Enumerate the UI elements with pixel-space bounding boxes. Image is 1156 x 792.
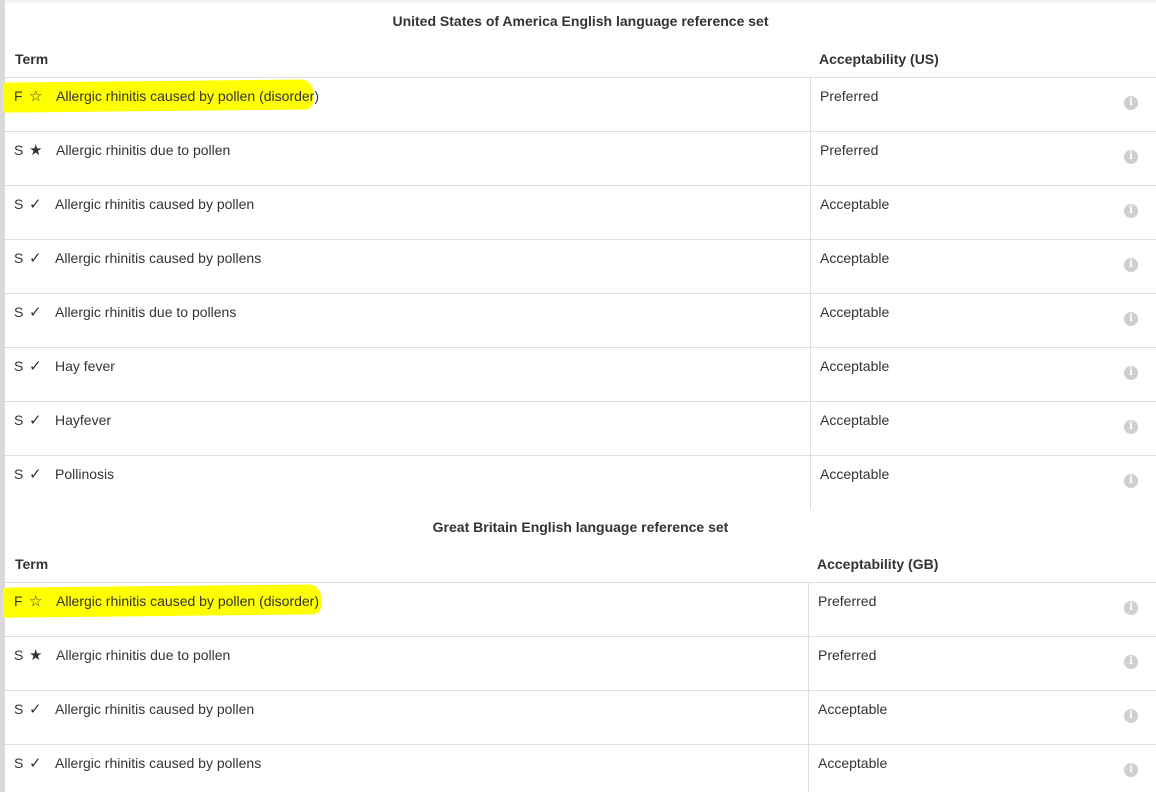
term-text[interactable]: Allergic rhinitis due to pollen [56, 647, 230, 663]
filled-star-icon: ★ [29, 142, 43, 159]
table-row[interactable]: S ★ Allergic rhinitis due to pollen Preferr… [5, 132, 1156, 186]
us-set-title: United States of America English languag… [392, 13, 769, 29]
column-divider [808, 583, 809, 636]
info-icon[interactable]: i [1124, 150, 1138, 164]
checkmark-icon: ✓ [29, 304, 42, 321]
term-text[interactable]: Pollinosis [55, 466, 114, 482]
term-text[interactable]: Allergic rhinitis caused by pollen [55, 196, 254, 212]
term-text[interactable]: Allergic rhinitis caused by pollen (diso… [56, 593, 319, 609]
term-text[interactable]: Allergic rhinitis due to pollen [56, 142, 230, 158]
gb-set-title: Great Britain English language reference… [432, 519, 729, 535]
acceptability-value: Acceptable [820, 250, 890, 266]
info-icon[interactable]: i [1124, 366, 1138, 380]
checkmark-icon: ✓ [29, 701, 42, 718]
checkmark-icon: ✓ [29, 196, 42, 213]
gb-term-column-header: Term [15, 556, 49, 572]
us-term-list: F ☆ Allergic rhinitis caused by pollen (di… [2, 78, 1156, 510]
checkmark-icon: ✓ [29, 250, 42, 267]
gb-column-header: Term Acceptability (GB) [5, 547, 1156, 583]
column-divider [810, 78, 811, 131]
column-divider [810, 240, 811, 293]
acceptability-value: Acceptable [820, 358, 890, 374]
acceptability-value: Preferred [820, 142, 879, 158]
column-divider [810, 294, 811, 347]
acceptability-value: Preferred [818, 647, 877, 663]
us-reference-set: United States of America English languag… [2, 0, 1156, 510]
info-icon[interactable]: i [1124, 258, 1138, 272]
description-type: S [14, 412, 24, 428]
info-icon[interactable]: i [1124, 601, 1138, 615]
info-icon[interactable]: i [1124, 763, 1138, 777]
info-icon[interactable]: i [1124, 655, 1138, 669]
table-row[interactable]: F ☆ Allergic rhinitis caused by pollen (di… [2, 583, 1156, 637]
column-divider [808, 745, 809, 792]
description-type: S [14, 647, 24, 663]
checkmark-icon: ✓ [29, 466, 42, 483]
table-row[interactable]: S ✓ Hay fever Acceptable i [5, 348, 1156, 402]
table-row[interactable]: S ✓ Allergic rhinitis caused by pollens Acc… [5, 745, 1156, 792]
info-icon[interactable]: i [1124, 204, 1138, 218]
description-type: S [14, 250, 24, 266]
info-icon[interactable]: i [1124, 709, 1138, 723]
description-type: S [14, 466, 24, 482]
acceptability-value: Acceptable [818, 755, 888, 771]
us-acceptability-column-header: Acceptability (US) [819, 51, 939, 67]
table-row[interactable]: S ✓ Hayfever Acceptable i [5, 402, 1156, 456]
checkmark-icon: ✓ [29, 755, 42, 772]
reference-sets-panel: United States of America English languag… [0, 0, 1156, 792]
acceptability-value: Acceptable [820, 196, 890, 212]
description-type: S [14, 701, 24, 717]
table-row[interactable]: S ✓ Allergic rhinitis caused by pollens Acc… [5, 240, 1156, 294]
acceptability-value: Preferred [820, 88, 879, 104]
column-divider [810, 186, 811, 239]
acceptability-value: Acceptable [820, 412, 890, 428]
term-text[interactable]: Hay fever [55, 358, 115, 374]
info-icon[interactable]: i [1124, 312, 1138, 326]
acceptability-value: Acceptable [820, 466, 890, 482]
term-text[interactable]: Allergic rhinitis due to pollens [55, 304, 236, 320]
term-text[interactable]: Allergic rhinitis caused by pollens [55, 250, 261, 266]
us-column-header: Term Acceptability (US) [5, 42, 1156, 78]
term-text[interactable]: Allergic rhinitis caused by pollens [55, 755, 261, 771]
description-type: F [14, 593, 23, 609]
us-term-column-header: Term [15, 51, 49, 67]
hollow-star-icon: ☆ [29, 593, 43, 610]
column-divider [810, 402, 811, 455]
term-text[interactable]: Hayfever [55, 412, 111, 428]
column-divider [810, 348, 811, 401]
gb-acceptability-column-header: Acceptability (GB) [817, 556, 939, 572]
description-type: S [14, 304, 24, 320]
acceptability-value: Acceptable [818, 701, 888, 717]
table-row[interactable]: S ✓ Pollinosis Acceptable i [5, 456, 1156, 510]
description-type: S [14, 358, 24, 374]
info-icon[interactable]: i [1124, 474, 1138, 488]
hollow-star-icon: ☆ [29, 88, 43, 105]
gb-reference-set: Great Britain English language reference… [2, 507, 1156, 792]
column-divider [808, 637, 809, 690]
description-type: F [14, 88, 23, 104]
column-divider [808, 691, 809, 744]
term-text[interactable]: Allergic rhinitis caused by pollen [55, 701, 254, 717]
acceptability-value: Acceptable [820, 304, 890, 320]
acceptability-value: Preferred [818, 593, 877, 609]
checkmark-icon: ✓ [29, 412, 42, 429]
gb-term-list: F ☆ Allergic rhinitis caused by pollen (di… [2, 583, 1156, 792]
checkmark-icon: ✓ [29, 358, 42, 375]
info-icon[interactable]: i [1124, 420, 1138, 434]
table-row[interactable]: F ☆ Allergic rhinitis caused by pollen (di… [2, 78, 1156, 132]
column-divider [810, 132, 811, 185]
table-row[interactable]: S ✓ Allergic rhinitis due to pollens Accept… [5, 294, 1156, 348]
column-divider [810, 456, 811, 510]
table-row[interactable]: S ★ Allergic rhinitis due to pollen Preferr… [5, 637, 1156, 691]
filled-star-icon: ★ [29, 647, 43, 664]
description-type: S [14, 755, 24, 771]
table-row[interactable]: S ✓ Allergic rhinitis caused by pollen Acce… [5, 186, 1156, 240]
table-row[interactable]: S ✓ Allergic rhinitis caused by pollen Acce… [5, 691, 1156, 745]
info-icon[interactable]: i [1124, 96, 1138, 110]
description-type: S [14, 196, 24, 212]
description-type: S [14, 142, 24, 158]
term-text[interactable]: Allergic rhinitis caused by pollen (diso… [56, 88, 319, 104]
